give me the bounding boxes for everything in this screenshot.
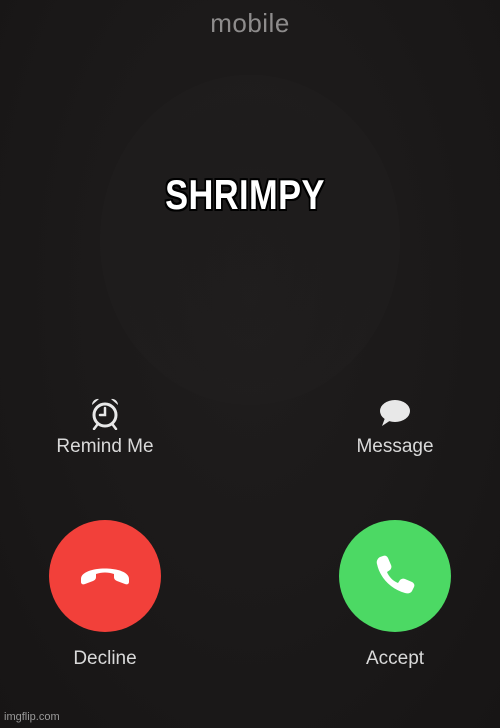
accept-label: Accept [365,648,425,669]
watermark: imgflip.com [4,711,60,723]
speech-bubble-icon [325,396,465,430]
accept-circle[interactable] [339,520,451,632]
decline-circle[interactable] [49,520,161,632]
message-label: Message [356,436,434,457]
message-button[interactable]: Message [325,396,465,458]
remind-me-button[interactable]: Remind Me [35,396,175,458]
phone-hangup-icon [77,559,133,594]
accept-button[interactable]: Accept [330,520,460,670]
remind-me-label: Remind Me [56,436,154,457]
decline-button[interactable]: Decline [40,520,170,670]
contact-photo-placeholder [100,75,400,405]
call-type-label: mobile [210,8,290,38]
phone-icon [373,552,417,601]
incoming-call-screen: mobile SHRIMPY Remind Me Message Decline… [0,0,500,728]
alarm-clock-icon [35,396,175,431]
caller-name: SHRIMPY [165,171,325,218]
decline-label: Decline [73,648,137,669]
